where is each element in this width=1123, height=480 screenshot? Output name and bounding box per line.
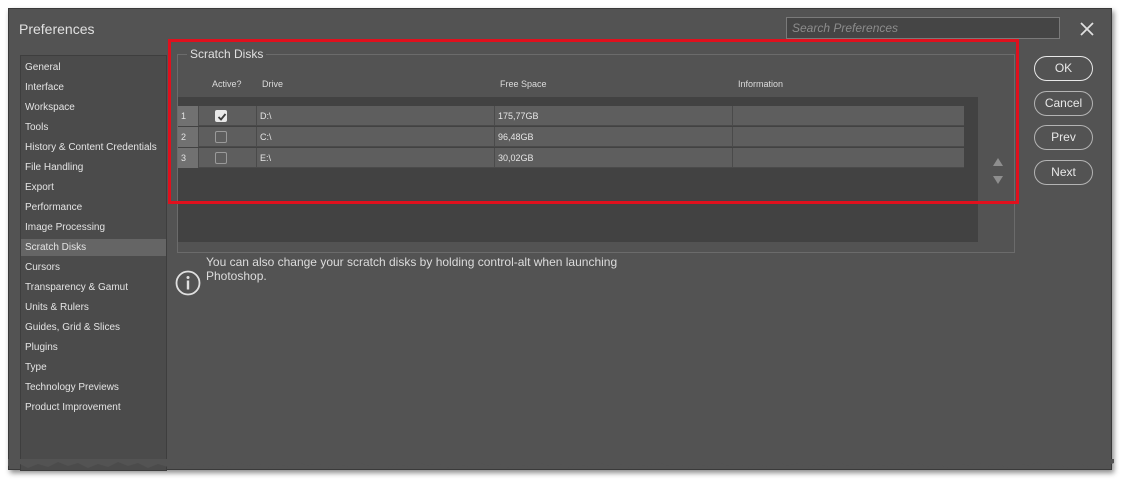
information-cell [732,127,964,147]
active-checkbox[interactable] [215,110,227,122]
scratch-disks-group-title: Scratch Disks [187,47,267,61]
dialog-title: Preferences [19,21,95,37]
column-header-information: Information [738,79,784,89]
column-header-active: Active? [212,79,242,89]
sidebar-item-export[interactable]: Export [21,179,166,196]
table-row[interactable]: 2 C:\ 96,48GB [178,127,964,147]
information-cell [732,148,964,168]
active-checkbox[interactable] [215,152,227,164]
sidebar-item-cursors[interactable]: Cursors [21,259,166,276]
next-button[interactable]: Next [1034,160,1093,185]
ok-button[interactable]: OK [1034,56,1093,81]
close-icon[interactable] [1078,20,1096,38]
info-icon [174,269,202,297]
row-index: 2 [178,127,199,147]
prev-button[interactable]: Prev [1034,125,1093,150]
move-up-arrow-icon[interactable] [992,154,1004,166]
free-space-cell: 30,02GB [494,148,732,168]
free-space-cell: 96,48GB [494,127,732,147]
drive-cell: C:\ [256,127,494,147]
search-preferences-input[interactable] [786,17,1060,39]
scratch-disks-info-text: You can also change your scratch disks b… [206,255,618,283]
sidebar-item-general[interactable]: General [21,59,166,76]
column-header-drive: Drive [262,79,284,89]
sidebar-item-product-improvement[interactable]: Product Improvement [21,399,166,416]
preferences-sidebar: General Interface Workspace Tools History & … [20,55,167,471]
move-down-arrow-icon[interactable] [992,172,1004,184]
information-cell [732,106,964,126]
sidebar-item-file-handling[interactable]: File Handling [21,159,166,176]
row-index: 3 [178,148,199,168]
sidebar-item-type[interactable]: Type [21,359,166,376]
sidebar-item-transparency-gamut[interactable]: Transparency & Gamut [21,279,166,296]
sidebar-item-guides-grid-slices[interactable]: Guides, Grid & Slices [21,319,166,336]
free-space-cell: 175,77GB [494,106,732,126]
table-row[interactable]: 1 D:\ 175,77GB [178,106,964,126]
drive-cell: E:\ [256,148,494,168]
sidebar-item-history-content-credentials[interactable]: History & Content Credentials [21,139,166,156]
scratch-disks-table: 1 D:\ 175,77GB 2 C:\ 96,48GB 3 E:\ 30,02… [178,97,978,242]
sidebar-item-scratch-disks[interactable]: Scratch Disks [21,239,166,256]
active-checkbox[interactable] [215,131,227,143]
sidebar-item-technology-previews[interactable]: Technology Previews [21,379,166,396]
sidebar-item-tools[interactable]: Tools [21,119,166,136]
sidebar-item-plugins[interactable]: Plugins [21,339,166,356]
sidebar-item-units-rulers[interactable]: Units & Rulers [21,299,166,316]
drive-cell: D:\ [256,106,494,126]
row-order-controls [986,97,1014,242]
sidebar-item-interface[interactable]: Interface [21,79,166,96]
sidebar-item-workspace[interactable]: Workspace [21,99,166,116]
sidebar-item-performance[interactable]: Performance [21,199,166,216]
torn-edge-decoration [8,459,1114,468]
cancel-button[interactable]: Cancel [1034,91,1093,116]
table-row[interactable]: 3 E:\ 30,02GB [178,148,964,168]
sidebar-item-image-processing[interactable]: Image Processing [21,219,166,236]
row-index: 1 [178,106,199,126]
column-header-free-space: Free Space [500,79,547,89]
